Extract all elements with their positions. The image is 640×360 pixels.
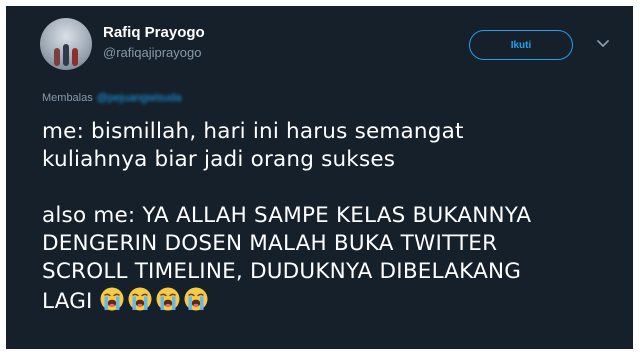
avatar-figure xyxy=(54,48,60,66)
chevron-down-icon[interactable] xyxy=(595,35,611,51)
tweet-last-line: LAGI xyxy=(42,286,622,316)
follow-button[interactable]: Ikuti xyxy=(469,30,573,60)
user-handle[interactable]: @rafiqajiprayogo xyxy=(103,45,201,60)
display-name[interactable]: Rafiq Prayogo xyxy=(103,24,205,41)
emoji-row xyxy=(99,286,209,312)
reply-prefix: Membalas xyxy=(42,92,93,104)
loudly-crying-face-icon xyxy=(156,287,180,311)
tweet-line: me: bismillah, hari ini harus semangat xyxy=(42,119,464,144)
reply-context: Membalas @pejuangwisuda xyxy=(42,92,181,104)
tweet-text: me: bismillah, hari ini harus semangat k… xyxy=(42,118,622,316)
tweet-line: DENGERIN DOSEN MALAH BUKA TWITTER xyxy=(42,231,498,256)
tweet-line: kuliahnya biar jadi orang sukses xyxy=(42,147,396,172)
loudly-crying-face-icon xyxy=(184,287,208,311)
tweet-line: SCROLL TIMELINE, DUDUKNYA DIBELAKANG xyxy=(42,259,522,284)
avatar-figure xyxy=(72,48,78,66)
tweet-line: also me: YA ALLAH SAMPE KELAS BUKANNYA xyxy=(42,203,532,228)
loudly-crying-face-icon xyxy=(128,287,152,311)
reply-mention-link[interactable]: @pejuangwisuda xyxy=(97,92,182,104)
tweet-card: Rafiq Prayogo @rafiqajiprayogo Ikuti Mem… xyxy=(6,6,633,349)
avatar-figure xyxy=(63,44,69,66)
tweet-line: LAGI xyxy=(42,289,93,314)
avatar[interactable] xyxy=(40,18,92,70)
loudly-crying-face-icon xyxy=(100,287,124,311)
